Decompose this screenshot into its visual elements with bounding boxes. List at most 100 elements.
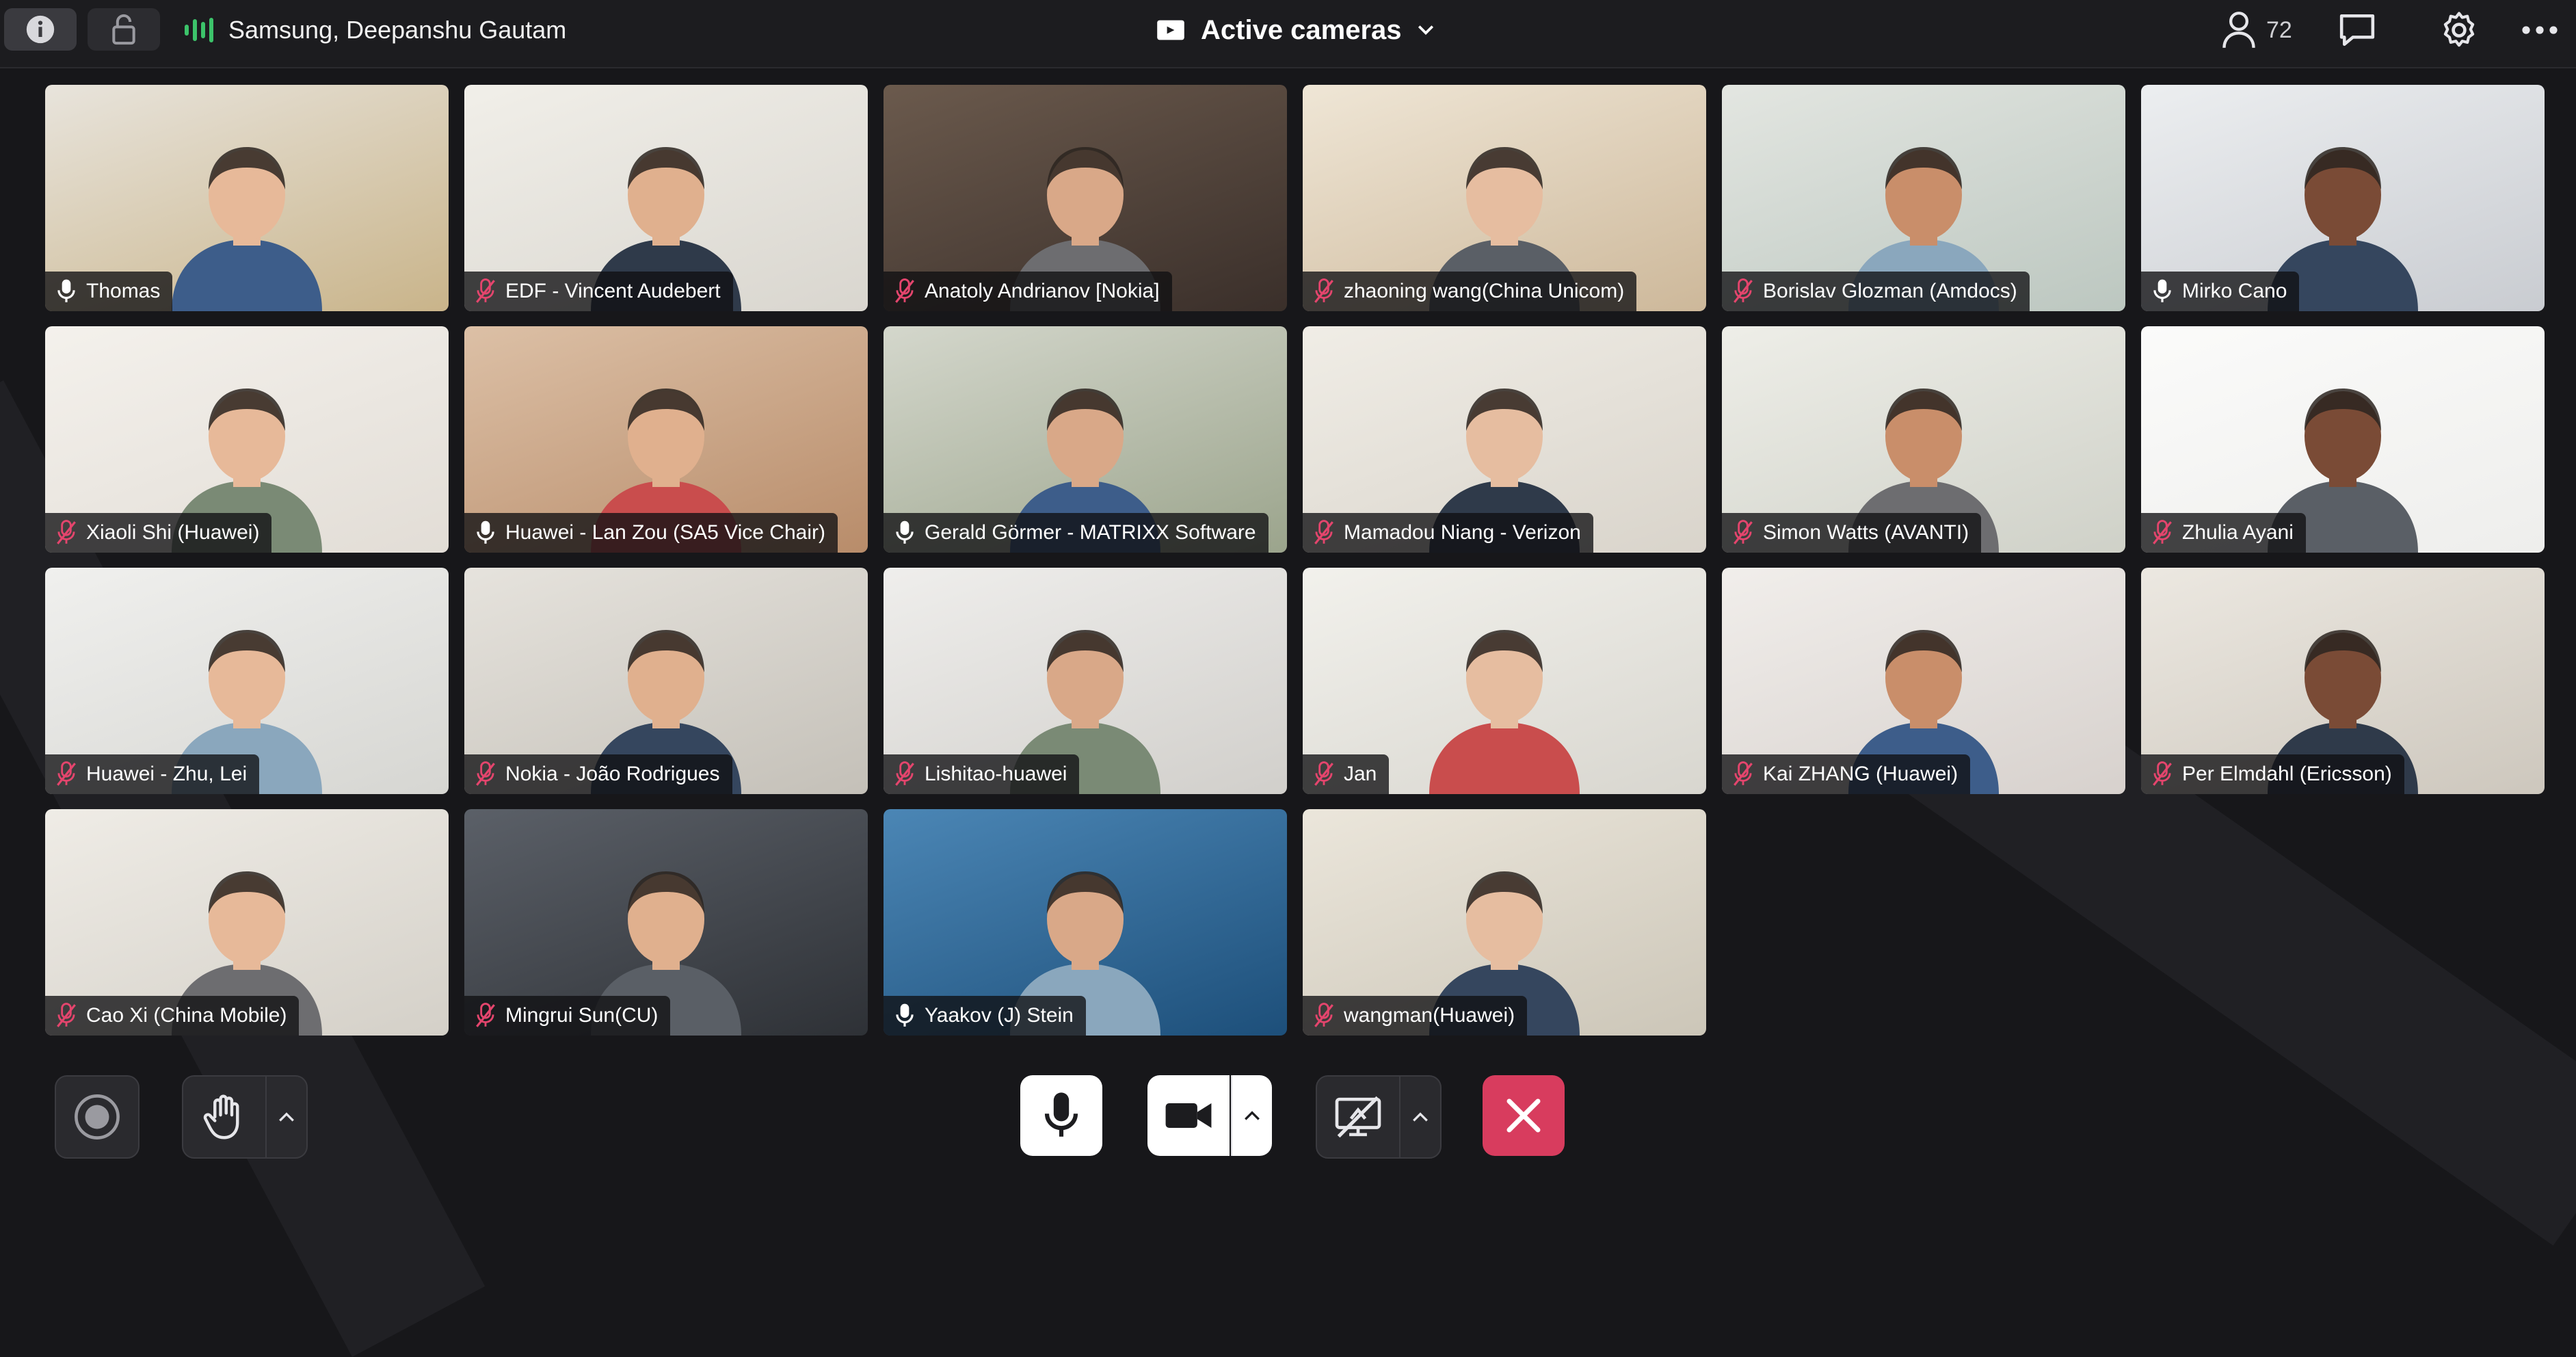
close-icon (1506, 1098, 1541, 1133)
participant-video-tile[interactable]: Zhulia Ayani (2141, 326, 2545, 553)
participant-name: Lishitao-huawei (925, 763, 1067, 785)
camera-button[interactable] (1147, 1075, 1230, 1156)
participant-video-tile[interactable]: Jan (1303, 568, 1706, 794)
view-mode-dropdown[interactable]: Active cameras (1156, 10, 1435, 51)
screen-share-off-icon (1335, 1096, 1381, 1138)
participant-name: Zhulia Ayani (2182, 521, 2294, 544)
bottom-controls (0, 1053, 2576, 1163)
microphone-icon (896, 1003, 914, 1027)
participant-name-tag: Gerald Görmer - MATRIXX Software (884, 513, 1269, 553)
participant-name-tag: Cao Xi (China Mobile) (45, 996, 300, 1036)
microphone-muted-icon (476, 1003, 495, 1027)
microphone-muted-icon (1314, 520, 1333, 544)
info-button[interactable] (4, 8, 77, 51)
video-camera-icon (1165, 1103, 1212, 1128)
microphone-icon (1044, 1092, 1078, 1137)
record-button[interactable] (55, 1075, 140, 1159)
microphone-icon (57, 279, 75, 302)
lock-button[interactable] (88, 8, 160, 51)
participant-video-tile[interactable]: Gerald Görmer - MATRIXX Software (884, 326, 1287, 553)
participant-name-tag: Simon Watts (AVANTI) (1722, 513, 1982, 553)
participant-video-tile[interactable]: Mamadou Niang - Verizon (1303, 326, 1706, 553)
microphone-button[interactable] (1020, 1075, 1102, 1156)
participant-video-tile[interactable]: Per Elmdahl (Ericsson) (2141, 568, 2545, 794)
raise-hand-options-button[interactable] (265, 1075, 308, 1159)
share-screen-button[interactable] (1316, 1075, 1400, 1159)
participant-video-tile[interactable]: Lishitao-huawei (884, 568, 1287, 794)
participant-name: Kai ZHANG (Huawei) (1763, 763, 1958, 785)
participant-video-feed (1416, 609, 1593, 794)
chevron-up-icon (279, 1112, 294, 1122)
video-grid: Thomas EDF - Vincent Audebert Anatoly Andr… (45, 85, 2545, 1036)
info-icon (26, 15, 55, 44)
camera-options-button[interactable] (1231, 1075, 1272, 1156)
lock-icon (112, 14, 135, 45)
participant-name: Thomas (86, 280, 161, 302)
participant-video-tile[interactable]: Mirko Cano (2141, 85, 2545, 311)
chat-button[interactable] (2339, 10, 2376, 51)
raise-hand-icon (203, 1094, 239, 1139)
participant-name: Yaakov (J) Stein (925, 1004, 1074, 1027)
chevron-down-icon (1418, 25, 1433, 36)
microphone-muted-icon (2153, 520, 2172, 544)
participant-video-tile[interactable]: Xiaoli Shi (Huawei) (45, 326, 449, 553)
microphone-muted-icon (57, 1003, 76, 1027)
participant-name-tag: Anatoly Andrianov [Nokia] (884, 272, 1172, 311)
participant-video-tile[interactable]: Simon Watts (AVANTI) (1722, 326, 2125, 553)
participant-name: Mingrui Sun(CU) (505, 1004, 659, 1027)
participant-count: 72 (2266, 16, 2292, 43)
leave-call-button[interactable] (1483, 1075, 1565, 1156)
raise-hand-button[interactable] (182, 1075, 267, 1159)
participant-video-tile[interactable]: Mingrui Sun(CU) (464, 809, 868, 1036)
microphone-muted-icon (1314, 1003, 1333, 1027)
participant-video-tile[interactable]: Borislav Glozman (Amdocs) (1722, 85, 2125, 311)
participant-name: Simon Watts (AVANTI) (1763, 521, 1969, 544)
active-speakers-text: Samsung, Deepanshu Gautam (228, 16, 567, 44)
participant-name: Per Elmdahl (Ericsson) (2182, 763, 2392, 785)
participant-name: zhaoning wang(China Unicom) (1344, 280, 1625, 302)
view-mode-label: Active cameras (1201, 14, 1402, 45)
chevron-up-icon (1413, 1112, 1428, 1122)
share-options-button[interactable] (1399, 1075, 1442, 1159)
participant-video-tile[interactable]: Huawei - Zhu, Lei (45, 568, 449, 794)
participant-video-tile[interactable]: Huawei - Lan Zou (SA5 Vice Chair) (464, 326, 868, 553)
top-toolbar: Samsung, Deepanshu Gautam Active cameras… (0, 0, 2576, 68)
participant-video-tile[interactable]: zhaoning wang(China Unicom) (1303, 85, 1706, 311)
microphone-muted-icon (476, 761, 495, 786)
participant-name-tag: Lishitao-huawei (884, 754, 1080, 794)
microphone-muted-icon (476, 278, 495, 303)
participant-name-tag: Per Elmdahl (Ericsson) (2141, 754, 2404, 794)
participant-name-tag: Kai ZHANG (Huawei) (1722, 754, 1971, 794)
active-speaker-indicator: Samsung, Deepanshu Gautam (185, 14, 566, 47)
microphone-icon (896, 521, 914, 544)
participant-video-tile[interactable]: wangman(Huawei) (1303, 809, 1706, 1036)
participant-name: wangman(Huawei) (1344, 1004, 1515, 1027)
microphone-muted-icon (1734, 520, 1753, 544)
person-icon (2222, 12, 2255, 49)
microphone-muted-icon (57, 520, 76, 544)
audio-level-icon (185, 16, 213, 44)
participant-name: Nokia - João Rodrigues (505, 763, 720, 785)
participant-name: Borislav Glozman (Amdocs) (1763, 280, 2017, 302)
microphone-muted-icon (2153, 761, 2172, 786)
participant-video-tile[interactable]: EDF - Vincent Audebert (464, 85, 868, 311)
participant-name-tag: Zhulia Ayani (2141, 513, 2306, 553)
more-options-button[interactable] (2522, 10, 2558, 51)
microphone-icon (2153, 279, 2171, 302)
participant-video-tile[interactable]: Thomas (45, 85, 449, 311)
participant-name-tag: Mirko Cano (2141, 272, 2300, 311)
participant-video-tile[interactable]: Nokia - João Rodrigues (464, 568, 868, 794)
participant-video-tile[interactable]: Kai ZHANG (Huawei) (1722, 568, 2125, 794)
participant-video-tile[interactable]: Yaakov (J) Stein (884, 809, 1287, 1036)
participant-name-tag: wangman(Huawei) (1303, 996, 1528, 1036)
participant-name: EDF - Vincent Audebert (505, 280, 721, 302)
participant-video-tile[interactable]: Anatoly Andrianov [Nokia] (884, 85, 1287, 311)
participant-video-tile[interactable]: Cao Xi (China Mobile) (45, 809, 449, 1036)
settings-button[interactable] (2440, 10, 2478, 51)
participants-button[interactable]: 72 (2221, 10, 2292, 51)
participant-name-tag: Mamadou Niang - Verizon (1303, 513, 1593, 553)
chevron-up-icon (1245, 1111, 1260, 1120)
participant-video-feed (158, 127, 336, 311)
participant-name: Gerald Görmer - MATRIXX Software (925, 521, 1256, 544)
participant-name-tag: Huawei - Lan Zou (SA5 Vice Chair) (464, 513, 838, 553)
